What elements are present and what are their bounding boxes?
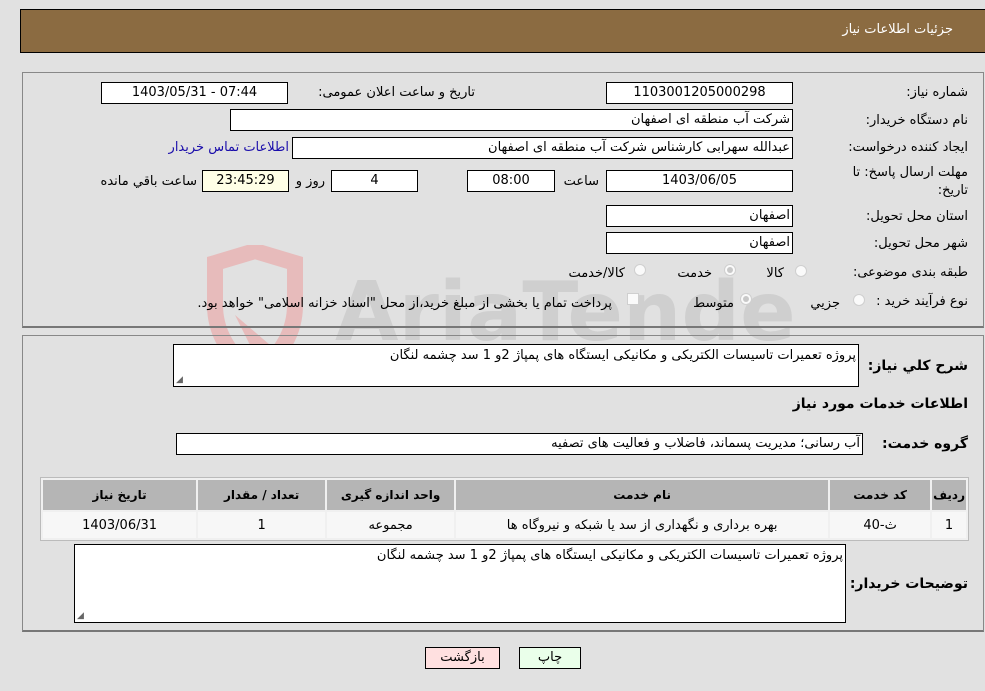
- service-group-label: گروه خدمت:: [882, 436, 968, 452]
- requester-label: ایجاد کننده درخواست:: [848, 140, 968, 155]
- resize-grip-icon[interactable]: ◢: [77, 611, 84, 621]
- cell-unit: مجموعه: [327, 512, 455, 538]
- category-option-goods-service: کالا/خدمت: [568, 266, 625, 281]
- buyer-notes-textarea[interactable]: پروژه تعمیرات تاسیسات الکتریکی و مکانیکی…: [74, 544, 846, 623]
- cell-row-number: 1: [932, 512, 966, 538]
- print-button[interactable]: چاپ: [519, 647, 581, 669]
- cell-service-name: بهره برداری و نگهداری از سد یا شبکه و نی…: [456, 512, 829, 538]
- services-table: ردیف کد خدمت نام خدمت واحد اندازه گیری ت…: [40, 477, 969, 541]
- process-radio-minor[interactable]: [853, 294, 865, 306]
- category-radio-goods-service[interactable]: [634, 264, 646, 276]
- deadline-label-date: تاریخ:: [937, 183, 968, 198]
- general-description-text: پروژه تعمیرات تاسیسات الکتریکی و مکانیکی…: [389, 348, 856, 363]
- treasury-note: پرداخت تمام یا بخشی از مبلغ خرید،از محل …: [197, 296, 612, 311]
- general-description-textarea[interactable]: پروژه تعمیرات تاسیسات الکتریکی و مکانیکی…: [173, 344, 859, 387]
- category-radio-goods[interactable]: [795, 265, 807, 277]
- cell-quantity: 1: [198, 512, 326, 538]
- category-option-service: خدمت: [677, 266, 712, 281]
- city-label: شهر محل تحویل:: [873, 236, 968, 251]
- deadline-date-field: 1403/06/05: [606, 170, 793, 192]
- col-header-service-name: نام خدمت: [456, 480, 829, 510]
- deadline-label: مهلت ارسال پاسخ: تا: [852, 165, 968, 180]
- need-number-label: شماره نیاز:: [906, 85, 968, 100]
- province-field: اصفهان: [606, 205, 793, 227]
- announce-datetime-field: 1403/05/31 - 07:44: [101, 82, 288, 104]
- days-label: روز و: [295, 174, 325, 189]
- requester-field: عبدالله سهرابی کارشناس شرکت آب منطقه ای …: [292, 137, 793, 159]
- deadline-time-label: ساعت: [563, 174, 599, 189]
- page-header: جزئیات اطلاعات نیاز: [20, 9, 985, 53]
- deadline-time-field: 08:00: [467, 170, 555, 192]
- need-number-field: 1103001205000298: [606, 82, 793, 104]
- cell-need-date: 1403/06/31: [43, 512, 197, 538]
- buyer-contact-link[interactable]: اطلاعات تماس خریدار: [169, 140, 289, 155]
- province-label: استان محل تحویل:: [866, 209, 968, 224]
- services-section-title: اطلاعات خدمات مورد نیاز: [792, 396, 968, 412]
- buyer-org-label: نام دستگاه خریدار:: [865, 113, 968, 128]
- buyer-notes-label: توضیحات خریدار:: [849, 576, 968, 592]
- cell-service-code: ث-40: [830, 512, 931, 538]
- category-label: طبقه بندی موضوعی:: [852, 265, 968, 280]
- resize-grip-icon[interactable]: ◢: [176, 375, 183, 385]
- col-header-row-number: ردیف: [932, 480, 966, 510]
- remaining-time-field: 23:45:29: [202, 170, 289, 192]
- process-radio-medium[interactable]: [740, 293, 752, 305]
- col-header-service-code: کد خدمت: [830, 480, 931, 510]
- back-button[interactable]: بازگشت: [425, 647, 500, 669]
- table-header-row: ردیف کد خدمت نام خدمت واحد اندازه گیری ت…: [43, 480, 966, 510]
- process-option-minor: جزیي: [810, 296, 840, 311]
- general-description-label: شرح کلي نیاز:: [867, 358, 968, 374]
- remaining-label: ساعت باقي مانده: [100, 174, 197, 189]
- table-row: 1 ث-40 بهره برداری و نگهداری از سد یا شب…: [43, 512, 966, 538]
- service-group-field: آب رسانی؛ مدیریت پسماند، فاضلاب و فعالیت…: [176, 433, 863, 455]
- process-option-medium: متوسط: [693, 296, 734, 311]
- remaining-days-field: 4: [331, 170, 418, 192]
- page-title: جزئیات اطلاعات نیاز: [842, 22, 953, 37]
- treasury-checkbox[interactable]: [627, 293, 639, 305]
- category-option-goods: کالا: [766, 266, 784, 281]
- col-header-unit: واحد اندازه گیری: [327, 480, 455, 510]
- col-header-quantity: تعداد / مقدار: [198, 480, 326, 510]
- process-type-label: نوع فرآیند خرید :: [876, 294, 968, 309]
- category-radio-service[interactable]: [724, 264, 736, 276]
- buyer-org-field: شرکت آب منطقه ای اصفهان: [230, 109, 793, 131]
- col-header-need-date: تاریخ نیاز: [43, 480, 197, 510]
- city-field: اصفهان: [606, 232, 793, 254]
- announce-datetime-label: تاریخ و ساعت اعلان عمومی:: [318, 85, 475, 100]
- buyer-notes-text: پروژه تعمیرات تاسیسات الکتریکی و مکانیکی…: [376, 548, 843, 563]
